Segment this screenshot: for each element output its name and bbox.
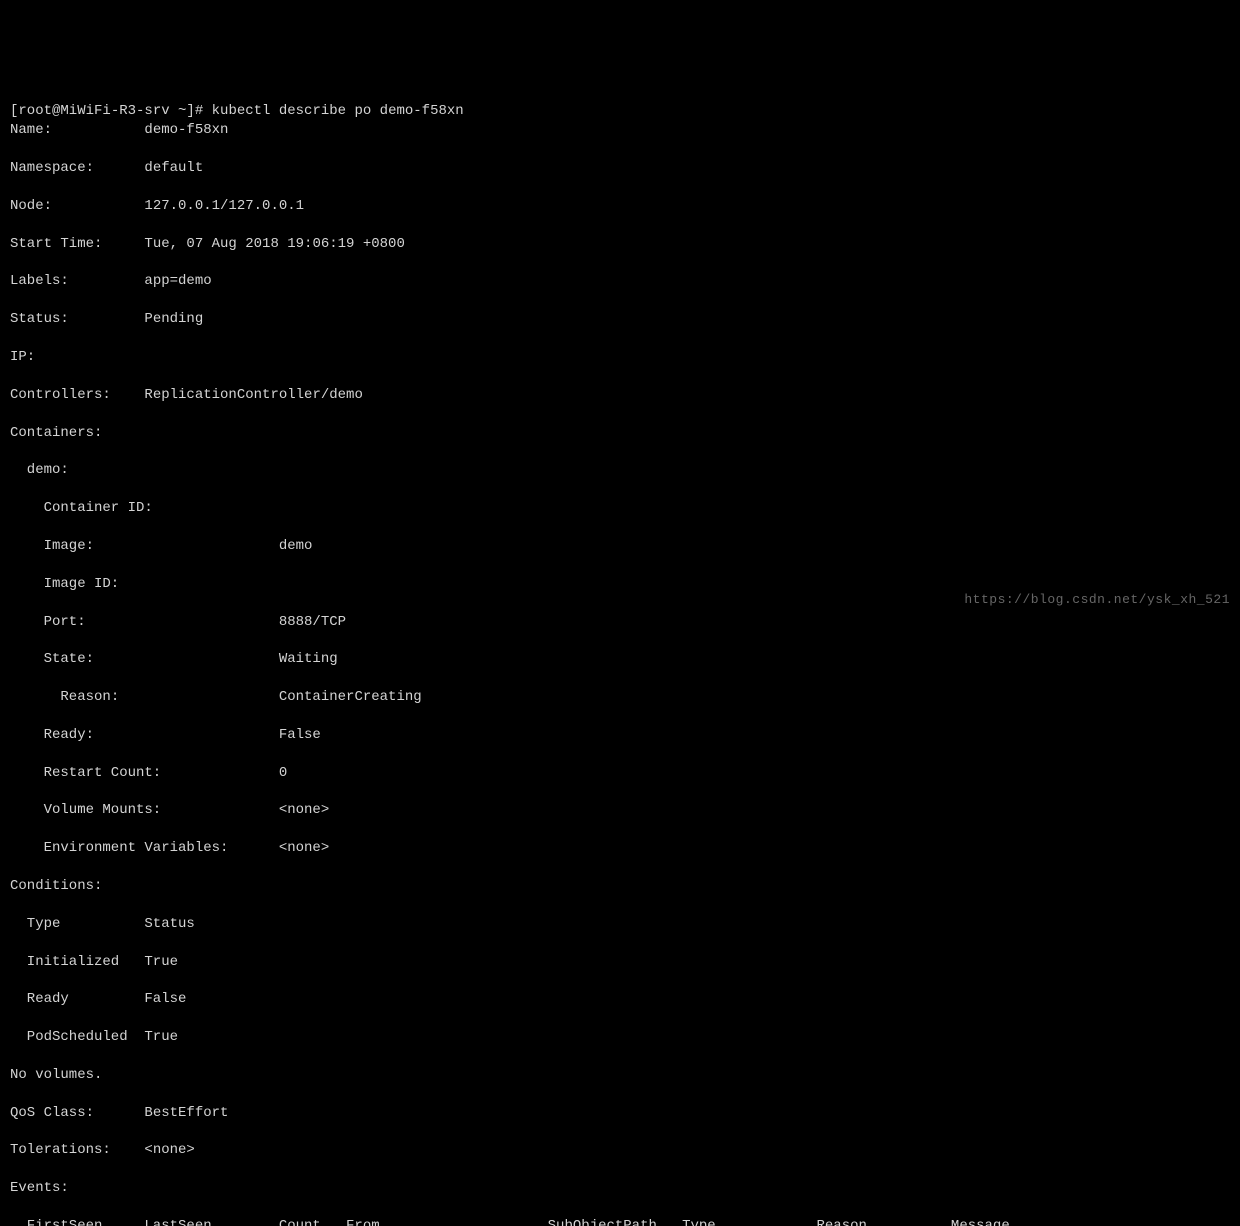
no-volumes: No volumes.: [10, 1066, 1230, 1085]
container-state-row: State:Waiting: [10, 650, 1230, 669]
qos-label: QoS Class:: [10, 1104, 144, 1123]
container-port-value: 8888/TCP: [279, 613, 346, 632]
condition-type: Ready: [27, 990, 145, 1009]
shell-prompt[interactable]: [root@MiWiFi-R3-srv ~]# kubectl describe…: [10, 103, 464, 119]
pod-controllers-row: Controllers:ReplicationController/demo: [10, 386, 1230, 405]
pod-status-row: Status:Pending: [10, 310, 1230, 329]
container-volmounts-row: Volume Mounts:<none>: [10, 801, 1230, 820]
pod-node-row: Node:127.0.0.1/127.0.0.1: [10, 197, 1230, 216]
tolerations-row: Tolerations:<none>: [10, 1141, 1230, 1160]
events-col-subobj: SubObjectPath: [548, 1217, 682, 1226]
watermark-text: https://blog.csdn.net/ysk_xh_521: [964, 591, 1230, 609]
events-col-type: Type: [682, 1217, 816, 1226]
container-name: demo:: [10, 461, 1230, 480]
container-reason-row: Reason:ContainerCreating: [10, 688, 1230, 707]
container-imageid-label: Image ID:: [44, 575, 279, 594]
pod-starttime-label: Start Time:: [10, 235, 144, 254]
pod-ip-label: IP:: [10, 348, 144, 367]
container-ready-label: Ready:: [44, 726, 279, 745]
pod-ip-row: IP:: [10, 348, 1230, 367]
container-restart-label: Restart Count:: [44, 764, 279, 783]
pod-starttime-row: Start Time:Tue, 07 Aug 2018 19:06:19 +08…: [10, 235, 1230, 254]
pod-namespace-value: default: [144, 159, 203, 178]
container-volmounts-value: <none>: [279, 801, 329, 820]
conditions-header: Conditions:: [10, 877, 1230, 896]
terminal-output: [root@MiWiFi-R3-srv ~]# kubectl describe…: [10, 84, 1230, 1226]
container-id-row: Container ID:: [10, 499, 1230, 518]
pod-controllers-value: ReplicationController/demo: [144, 386, 362, 405]
condition-status: True: [144, 1028, 178, 1047]
container-ready-value: False: [279, 726, 321, 745]
conditions-col-type: Type: [27, 915, 145, 934]
events-col-reason: Reason: [817, 1217, 951, 1226]
pod-name-label: Name:: [10, 121, 144, 140]
containers-header: Containers:: [10, 424, 1230, 443]
container-state-value: Waiting: [279, 650, 338, 669]
conditions-columns: TypeStatus: [10, 915, 1230, 934]
container-image-label: Image:: [44, 537, 279, 556]
condition-status: False: [144, 990, 186, 1009]
qos-row: QoS Class:BestEffort: [10, 1104, 1230, 1123]
events-col-message: Message: [951, 1217, 1010, 1226]
condition-type: Initialized: [27, 953, 145, 972]
container-envvars-value: <none>: [279, 839, 329, 858]
condition-row-ready: ReadyFalse: [10, 990, 1230, 1009]
events-col-from: From: [346, 1217, 548, 1226]
prompt-command: kubectl describe po demo-f58xn: [212, 103, 464, 119]
tolerations-value: <none>: [144, 1141, 194, 1160]
qos-value: BestEffort: [144, 1104, 228, 1123]
container-envvars-row: Environment Variables:<none>: [10, 839, 1230, 858]
container-reason-label: Reason:: [60, 688, 278, 707]
events-header: Events:: [10, 1179, 1230, 1198]
pod-status-label: Status:: [10, 310, 144, 329]
pod-name-value: demo-f58xn: [144, 121, 228, 140]
container-restart-row: Restart Count:0: [10, 764, 1230, 783]
condition-type: PodScheduled: [27, 1028, 145, 1047]
tolerations-label: Tolerations:: [10, 1141, 144, 1160]
pod-labels-row: Labels:app=demo: [10, 272, 1230, 291]
container-reason-value: ContainerCreating: [279, 688, 422, 707]
pod-namespace-row: Namespace:default: [10, 159, 1230, 178]
container-id-label: Container ID:: [44, 499, 279, 518]
pod-starttime-value: Tue, 07 Aug 2018 19:06:19 +0800: [144, 235, 404, 254]
prompt-user-host: [root@MiWiFi-R3-srv ~]#: [10, 103, 203, 119]
container-ready-row: Ready:False: [10, 726, 1230, 745]
pod-controllers-label: Controllers:: [10, 386, 144, 405]
container-image-value: demo: [279, 537, 313, 556]
container-volmounts-label: Volume Mounts:: [44, 801, 279, 820]
condition-row-podscheduled: PodScheduledTrue: [10, 1028, 1230, 1047]
container-state-label: State:: [44, 650, 279, 669]
pod-name-row: Name:demo-f58xn: [10, 121, 1230, 140]
events-col-lastseen: LastSeen: [144, 1217, 278, 1226]
events-col-firstseen: FirstSeen: [27, 1217, 145, 1226]
conditions-col-status: Status: [144, 915, 194, 934]
container-restart-value: 0: [279, 764, 287, 783]
container-port-row: Port:8888/TCP: [10, 613, 1230, 632]
pod-node-value: 127.0.0.1/127.0.0.1: [144, 197, 304, 216]
container-port-label: Port:: [44, 613, 279, 632]
condition-status: True: [144, 953, 178, 972]
pod-node-label: Node:: [10, 197, 144, 216]
pod-labels-label: Labels:: [10, 272, 144, 291]
pod-labels-value: app=demo: [144, 272, 211, 291]
events-col-count: Count: [279, 1217, 346, 1226]
pod-status-value: Pending: [144, 310, 203, 329]
events-columns: FirstSeenLastSeenCountFromSubObjectPathT…: [10, 1217, 1230, 1226]
condition-row-initialized: InitializedTrue: [10, 953, 1230, 972]
container-image-row: Image:demo: [10, 537, 1230, 556]
pod-namespace-label: Namespace:: [10, 159, 144, 178]
container-envvars-label: Environment Variables:: [44, 839, 279, 858]
